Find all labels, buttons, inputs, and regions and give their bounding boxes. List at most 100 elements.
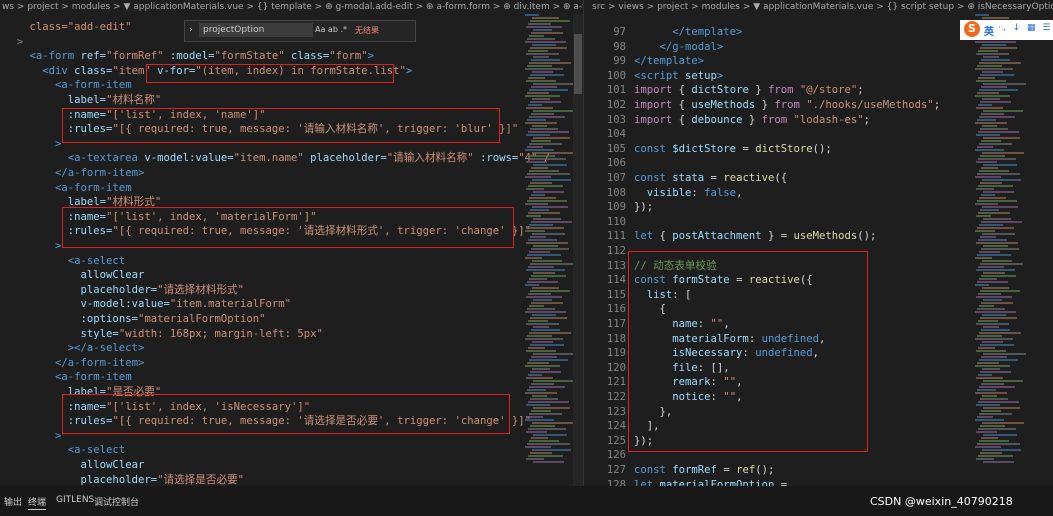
minimap-line bbox=[976, 134, 1000, 136]
code-line[interactable]: > bbox=[0, 239, 583, 254]
code-line[interactable]: > bbox=[0, 429, 583, 444]
line-number: 127 bbox=[606, 464, 626, 476]
code-line[interactable]: :options="materialFormOption" bbox=[0, 312, 583, 327]
minimap-line bbox=[533, 461, 564, 463]
right-minimap[interactable] bbox=[975, 14, 1027, 486]
left-scrollbar[interactable] bbox=[573, 14, 583, 486]
minimap-line bbox=[978, 104, 992, 106]
minimap-line bbox=[529, 89, 568, 91]
tab-output[interactable]: 输出 bbox=[4, 495, 22, 508]
code-line[interactable]: :rules="[{ required: true, message: '请选择… bbox=[0, 224, 583, 239]
minimap-line bbox=[981, 221, 1022, 223]
minimap-line bbox=[980, 425, 1005, 427]
code-token: , bbox=[723, 318, 730, 330]
code-line[interactable]: <a-textarea v-model:value="item.name" pl… bbox=[0, 151, 583, 166]
tab-terminal[interactable]: 终端 bbox=[28, 495, 47, 510]
code-line[interactable]: placeholder="请选择是否必要" bbox=[0, 473, 583, 486]
minimap-line bbox=[982, 179, 1021, 181]
code-line[interactable]: <a-select bbox=[0, 443, 583, 458]
minimap-line bbox=[976, 269, 1015, 271]
find-input[interactable]: projectOption bbox=[199, 23, 313, 37]
minimap-line bbox=[981, 437, 998, 439]
code-line[interactable]: <a-form-item bbox=[0, 370, 583, 385]
minimap-line bbox=[983, 434, 1017, 436]
line-number: 119 bbox=[606, 347, 626, 360]
minimap-line bbox=[980, 47, 1017, 49]
minimap-line bbox=[983, 83, 1026, 85]
minimap-line bbox=[528, 347, 545, 349]
code-line[interactable]: </a-form-item> bbox=[0, 166, 583, 181]
right-breadcrumb[interactable]: src > views > project > modules > ▼ appl… bbox=[590, 0, 1053, 14]
minimap-line bbox=[981, 329, 1010, 331]
code-token: , bbox=[736, 186, 743, 199]
minimap-line bbox=[982, 368, 1000, 370]
left-breadcrumb[interactable]: ws > project > modules > ▼ applicationMa… bbox=[0, 0, 583, 14]
minimap-line bbox=[533, 56, 549, 58]
code-line[interactable]: <a-form-item bbox=[0, 78, 583, 93]
minimap-line bbox=[981, 302, 1013, 304]
minimap-line bbox=[529, 116, 565, 118]
expand-replace-icon[interactable]: › bbox=[189, 25, 193, 35]
code-line[interactable]: :rules="[{ required: true, message: '请输入… bbox=[0, 122, 583, 137]
minimap-line bbox=[533, 218, 561, 220]
minimap-line bbox=[981, 113, 1004, 115]
minimap-line bbox=[982, 44, 1006, 46]
minimap-line bbox=[525, 95, 560, 97]
tab-debug-console[interactable]: 调试控制台 bbox=[94, 495, 139, 508]
minimap-line bbox=[528, 266, 554, 268]
line-number: 112 bbox=[606, 245, 626, 257]
minimap-line bbox=[975, 176, 1001, 178]
ime-toolbar[interactable]: S 英 ·, ↓ ▦ ☰ bbox=[960, 20, 1053, 40]
sogou-logo-icon[interactable]: S bbox=[964, 21, 980, 37]
code-line[interactable]: label="材料名称" bbox=[0, 93, 583, 108]
ime-toolbar-icons[interactable]: ·, ↓ ▦ ☰ bbox=[998, 23, 1052, 33]
code-line[interactable]: label="是否必要" bbox=[0, 385, 583, 400]
code-line[interactable]: :name="['list', index, 'name']" bbox=[0, 108, 583, 123]
find-options[interactable]: Aa ab .* bbox=[315, 25, 347, 34]
code-line[interactable]: style="width: 168px; margin-left: 5px" bbox=[0, 327, 583, 342]
code-line[interactable]: </a-form-item> bbox=[0, 356, 583, 371]
minimap-line bbox=[530, 155, 555, 157]
code-line[interactable]: allowClear bbox=[0, 268, 583, 283]
tab-gitlens[interactable]: GITLENS bbox=[56, 495, 94, 505]
left-editor-pane[interactable]: ws > project > modules > ▼ applicationMa… bbox=[0, 0, 583, 486]
ime-mode-label[interactable]: 英 bbox=[984, 23, 994, 38]
code-token: false bbox=[704, 186, 737, 199]
code-line[interactable]: ></a-select> bbox=[0, 341, 583, 356]
code-line[interactable]: <a-form ref="formRef" :model="formState"… bbox=[0, 49, 583, 64]
code-line[interactable]: :rules="[{ required: true, message: '请选择… bbox=[0, 414, 583, 429]
minimap-line bbox=[978, 374, 992, 376]
line-number: 125 bbox=[606, 434, 626, 447]
find-widget[interactable]: › projectOption Aa ab .* 无结果 bbox=[184, 20, 416, 42]
code-line[interactable]: placeholder="请选择材料形式" bbox=[0, 283, 583, 298]
line-number: 107 bbox=[606, 172, 626, 184]
right-editor-pane[interactable]: src > views > project > modules > ▼ appl… bbox=[590, 0, 1053, 486]
left-scroll-thumb[interactable] bbox=[574, 34, 582, 94]
minimap-line bbox=[980, 128, 1008, 130]
code-line[interactable]: :name="['list', index, 'isNecessary']" bbox=[0, 400, 583, 415]
code-token: placeholder= bbox=[80, 473, 158, 486]
code-line[interactable]: v-model:value="item.materialForm" bbox=[0, 297, 583, 312]
code-line[interactable]: allowClear bbox=[0, 458, 583, 473]
code-token: v-model:value= bbox=[144, 152, 234, 165]
minimap-line bbox=[983, 56, 999, 58]
code-line[interactable]: > bbox=[0, 137, 583, 152]
code-line[interactable]: <div class="item" v-for="(item, index) i… bbox=[0, 64, 583, 79]
code-line[interactable]: <a-form-item bbox=[0, 181, 583, 196]
code-token: } bbox=[755, 99, 775, 111]
code-token: <a-textarea bbox=[67, 152, 145, 165]
minimap-line bbox=[526, 188, 544, 190]
code-line[interactable]: :name="['list', index, 'materialForm']" bbox=[0, 210, 583, 225]
code-token: > bbox=[716, 69, 724, 82]
minimap-line bbox=[983, 191, 1014, 193]
code-token: </template> bbox=[634, 55, 705, 68]
code-line[interactable]: label="材料形式" bbox=[0, 195, 583, 210]
code-line[interactable]: <a-select bbox=[0, 254, 583, 269]
minimap-line bbox=[533, 326, 549, 328]
code-token: "材料名称" bbox=[106, 94, 162, 106]
code-token: visible bbox=[634, 186, 692, 199]
left-minimap[interactable] bbox=[525, 14, 577, 486]
line-number: 122 bbox=[606, 391, 626, 403]
